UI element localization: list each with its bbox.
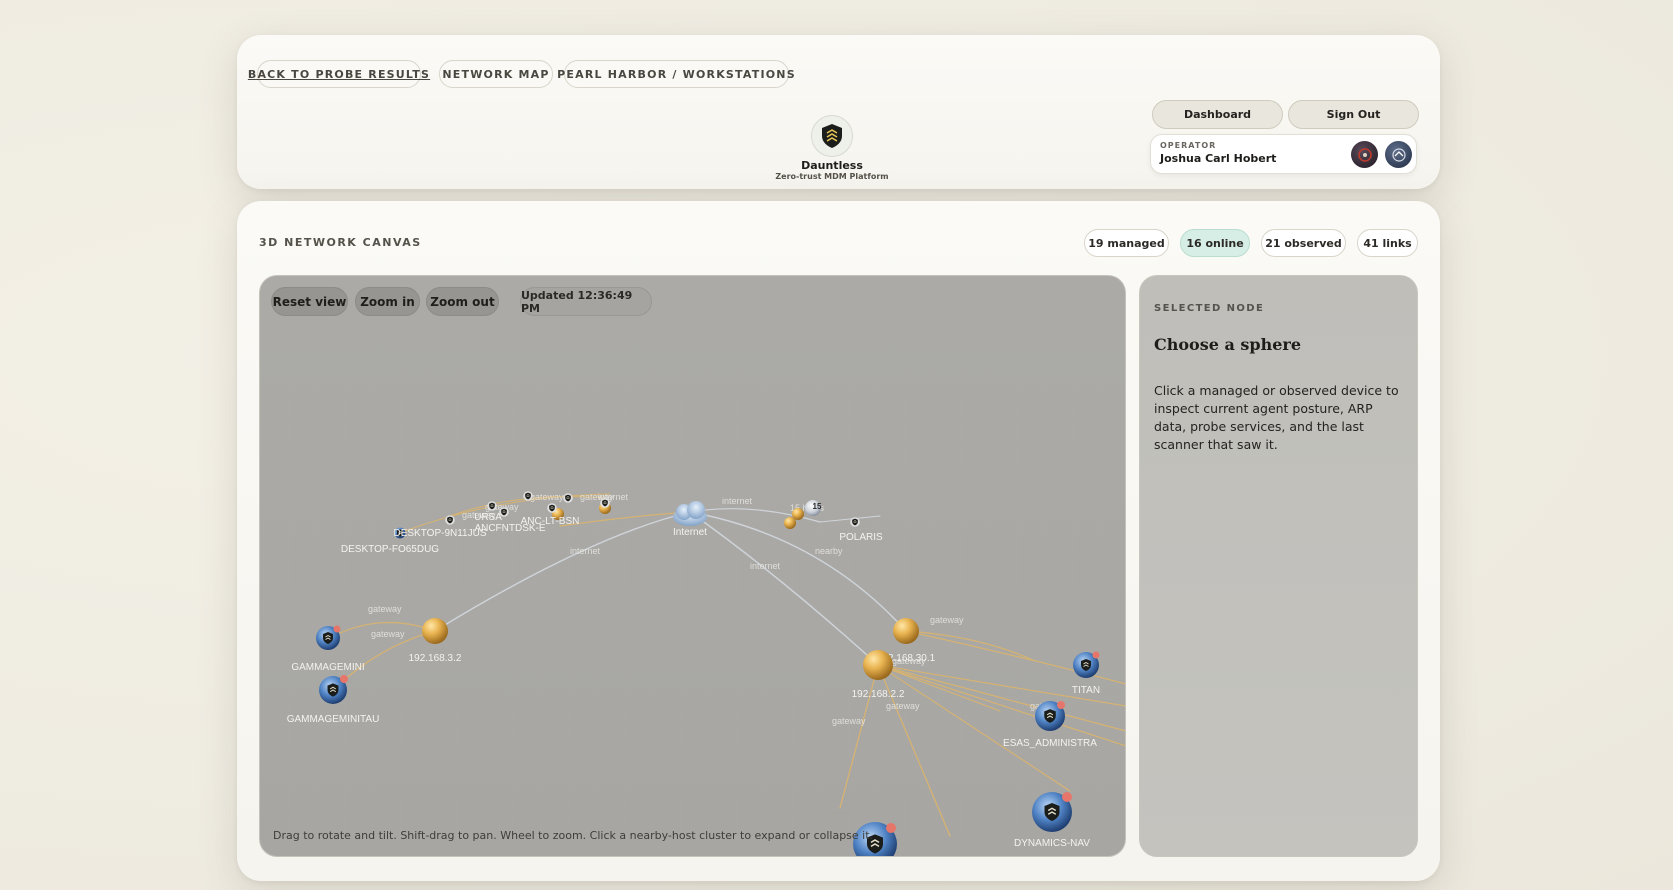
- node-label-esas: ESAS_ADMINISTRA: [1003, 738, 1097, 749]
- canvas-hint: Drag to rotate and tilt. Shift-drag to p…: [273, 829, 874, 842]
- operator-card: OPERATOR Joshua Carl Hobert: [1150, 134, 1417, 174]
- breadcrumb-location[interactable]: PEARL HARBOR / WORKSTATIONS: [557, 60, 795, 88]
- operator-badge-icon[interactable]: [1351, 141, 1378, 168]
- edge-label: gateway: [886, 701, 920, 711]
- edge-label: internet: [750, 561, 781, 571]
- sign-out-button[interactable]: Sign Out: [1288, 100, 1419, 129]
- canvas-title: 3D NETWORK CANVAS: [259, 236, 422, 249]
- node-label-titan: TITAN: [1072, 685, 1100, 696]
- brand: Dauntless Zero-trust MDM Platform: [767, 115, 897, 181]
- node-label-polaris: POLARIS: [839, 532, 883, 543]
- reset-view-button[interactable]: Reset view: [271, 287, 348, 316]
- network-3d-canvas[interactable]: gateway gateway gateway gateway gateway …: [259, 275, 1126, 857]
- node-label-gammagemini: GAMMAGEMINI: [291, 662, 364, 673]
- stat-observed-badge: 21 observed: [1261, 229, 1346, 257]
- edge-label: gateway: [530, 492, 564, 502]
- brand-name: Dauntless: [801, 159, 863, 172]
- operator-label: OPERATOR: [1160, 141, 1217, 150]
- shield-logo-icon: [811, 115, 853, 157]
- selected-node-title: Choose a sphere: [1154, 335, 1302, 354]
- stat-online-badge: 16 online: [1180, 229, 1250, 257]
- edge-label: gateway: [368, 604, 402, 614]
- back-to-probe-results-link[interactable]: BACK TO PROBE RESULTS: [248, 60, 429, 88]
- device-node-dynamics[interactable]: [1032, 792, 1072, 832]
- updated-timestamp: Updated 12:36:49 PM: [520, 287, 652, 316]
- edge-label: nearby: [815, 546, 843, 556]
- node-label-ursa: URSA: [474, 512, 502, 523]
- selected-node-label: SELECTED NODE: [1154, 303, 1265, 314]
- gateway-node-2-2[interactable]: [863, 650, 893, 680]
- edge-label: gateway: [832, 716, 866, 726]
- operator-seal-icon[interactable]: [1385, 141, 1412, 168]
- node-label-dynamics: DYNAMICS-NAV: [1014, 838, 1090, 849]
- edge-label: gateway: [930, 615, 964, 625]
- node-label-desktop-9n: DESKTOP-9N11JUS: [394, 528, 487, 539]
- stat-managed-badge: 19 managed: [1084, 229, 1169, 257]
- gateway-node-3-2[interactable]: [422, 618, 448, 644]
- zoom-out-button[interactable]: Zoom out: [426, 287, 499, 316]
- node-label-anc-lt: ANC-LT-BSN: [521, 516, 580, 527]
- dashboard-button[interactable]: Dashboard: [1152, 100, 1283, 129]
- gateway-node-30-1[interactable]: [893, 618, 919, 644]
- cluster-count: 15: [813, 502, 822, 511]
- breadcrumb-network-map[interactable]: NETWORK MAP: [439, 60, 553, 88]
- selected-node-panel: SELECTED NODE Choose a sphere Click a ma…: [1139, 275, 1418, 857]
- operator-name: Joshua Carl Hobert: [1160, 152, 1277, 165]
- edge-label: internet: [570, 546, 601, 556]
- edge-label: internet: [722, 496, 753, 506]
- network-canvas-panel: 3D NETWORK CANVAS 19 managed 16 online 2…: [237, 201, 1440, 881]
- selected-node-description: Click a managed or observed device to in…: [1154, 383, 1399, 452]
- node-label-gammageminitau: GAMMAGEMINITAU: [287, 714, 380, 725]
- node-label-gw-2-2: 192.168.2.2: [852, 689, 905, 700]
- device-node-esas[interactable]: [1035, 701, 1065, 731]
- node-label-desktop-fo: DESKTOP-FO65DUG: [341, 544, 439, 555]
- network-graph[interactable]: gateway gateway gateway gateway gateway …: [260, 276, 1126, 857]
- brand-tagline: Zero-trust MDM Platform: [775, 172, 889, 181]
- zoom-in-button[interactable]: Zoom in: [355, 287, 420, 316]
- node-label-gw-3-2: 192.168.3.2: [409, 653, 462, 664]
- stat-links-badge: 41 links: [1357, 229, 1418, 257]
- header-panel: BACK TO PROBE RESULTS NETWORK MAP PEARL …: [237, 35, 1440, 189]
- edge-label: gateway: [371, 629, 405, 639]
- node-label-internet: Internet: [673, 527, 707, 538]
